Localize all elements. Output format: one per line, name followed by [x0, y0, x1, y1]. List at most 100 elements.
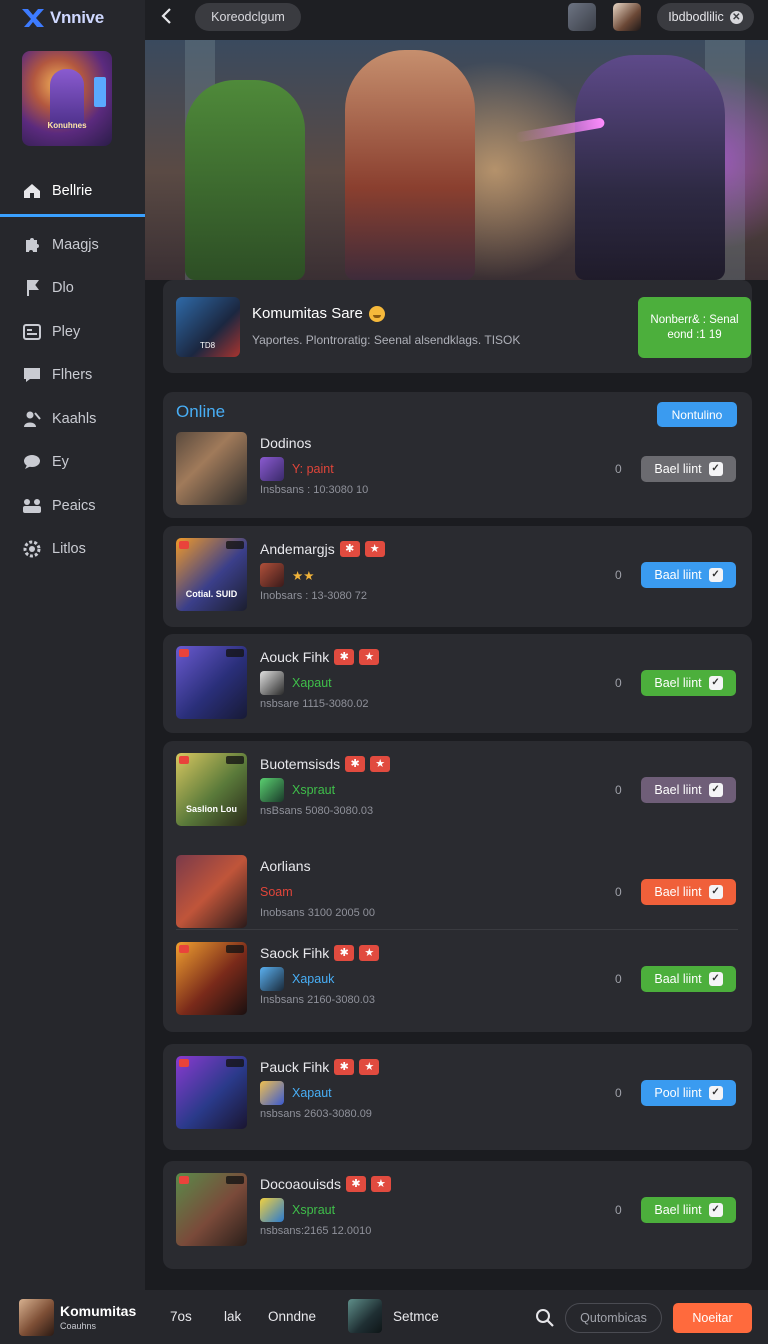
online-heading: Online [176, 402, 226, 421]
member-row[interactable]: Saslion Lou Buotemsisds ✱ ★ Xspraut nsBsa… [163, 751, 752, 829]
member-count: 0 [615, 885, 622, 899]
member-avatar[interactable] [176, 1173, 247, 1246]
member-name: Pauck Fihk ✱ ★ [260, 1059, 380, 1075]
star-tag-icon: ★ [370, 756, 391, 772]
community-title-text: Komumitas Sare [252, 305, 363, 322]
member-row[interactable]: Saock Fihk ✱ ★ Xapauk Insbsans 2160-3080.… [163, 940, 752, 1018]
bottom-link-setmce[interactable]: Setmce [393, 1309, 439, 1324]
member-action-label: Bael liint [654, 462, 702, 476]
member-name-text: Andemargjs [260, 541, 335, 557]
profile-avatar[interactable] [348, 1299, 382, 1333]
check-icon: ✓ [708, 783, 723, 797]
sidebar-item-label: Litlos [52, 541, 86, 558]
top-action-button[interactable]: Ibdbodlilic ✕ [657, 3, 754, 31]
sidebar-item-pley[interactable]: Pley [0, 310, 145, 354]
member-avatar-caption: Cotial. SUID [185, 589, 238, 599]
sidebar-feature-art[interactable]: Konuhnes [22, 51, 112, 146]
member-row[interactable]: Docoaouisds ✱ ★ Xspraut nsbsans:2165 12.0… [163, 1171, 752, 1249]
member-row[interactable]: Aouck Fihk ✱ ★ Xapaut nsbsare 1115-3080.0… [163, 644, 752, 722]
bottom-bar: Komumitas Coauhns 7os lak Onndne Setmce … [0, 1290, 768, 1344]
member-action-button[interactable]: Bael liint ✓ [641, 456, 736, 482]
community-avatar[interactable] [19, 1299, 54, 1336]
bottom-search-pill[interactable]: Qutombicas [565, 1303, 662, 1333]
member-status: Y: paint [292, 462, 334, 476]
sidebar-item-label: Flhers [52, 367, 93, 384]
member-row[interactable]: Aorlians Soam Inobsans 3100 2005 00 0 Ba… [163, 853, 752, 931]
member-avatar[interactable]: Saslion Lou [176, 753, 247, 826]
chevron-left-icon [161, 8, 171, 24]
star-tag-icon: ★ [359, 649, 380, 665]
member-avatar[interactable] [176, 1056, 247, 1129]
member-action-button[interactable]: Baal liint ✓ [641, 562, 736, 588]
check-icon: ✓ [708, 1203, 723, 1217]
sidebar-item-label: Pley [52, 323, 81, 340]
sidebar-item-bellrie[interactable]: Bellrie [0, 167, 145, 217]
member-status: Xspraut [292, 1203, 336, 1217]
member-action-button[interactable]: Baal liint ✓ [641, 966, 736, 992]
member-count: 0 [615, 972, 622, 986]
member-count: 0 [615, 1086, 622, 1100]
close-icon[interactable]: ✕ [729, 10, 743, 24]
bottom-link-7os[interactable]: 7os [170, 1309, 192, 1324]
card-icon [22, 323, 42, 341]
member-action-button[interactable]: Bael liint ✓ [641, 1197, 736, 1223]
sidebar-item-peaics[interactable]: Peaics [0, 484, 145, 528]
member-count: 0 [615, 783, 622, 797]
member-count: 0 [615, 462, 622, 476]
gear-icon [22, 540, 42, 558]
flame-tag-icon: ✱ [345, 1176, 366, 1192]
sidebar-art-caption: Konuhnes [47, 121, 87, 130]
community-join-button[interactable]: Nonberr& : Senal eond :1 19 [638, 297, 751, 358]
member-name: Saock Fihk ✱ ★ [260, 945, 380, 961]
search-pill[interactable]: Koreodclgum [195, 3, 301, 31]
member-avatar[interactable]: Cotial. SUID [176, 538, 247, 611]
sidebar-item-label: Maagjs [52, 236, 99, 253]
member-action-button[interactable]: Bael liint ✓ [641, 879, 736, 905]
check-icon: ✓ [708, 885, 723, 899]
online-filter-button[interactable]: Nontulino [657, 402, 737, 427]
sidebar-item-dlo[interactable]: Dlo [0, 267, 145, 311]
bottom-link-onndne[interactable]: Onndne [268, 1309, 316, 1324]
member-avatar[interactable] [176, 942, 247, 1015]
member-row[interactable]: Pauck Fihk ✱ ★ Xapaut nsbsans 2603-3080.0… [163, 1054, 752, 1132]
member-action-label: Baal liint [654, 972, 702, 986]
member-action-label: Baal liint [654, 568, 702, 582]
member-meta: Inobsars : 13-3080 72 [260, 590, 368, 602]
sidebar-item-kaahls[interactable]: Kaahls [0, 397, 145, 441]
back-button[interactable] [159, 6, 183, 30]
member-action-label: Bael liint [654, 676, 702, 690]
member-avatar[interactable] [176, 432, 247, 505]
sidebar-item-ey[interactable]: Ey [0, 441, 145, 485]
member-status: Soam [260, 885, 293, 899]
member-meta: Insbsans : 10:3080 10 [260, 484, 369, 496]
search-icon[interactable] [535, 1308, 555, 1328]
member-action-button[interactable]: Pool liint ✓ [641, 1080, 736, 1106]
bottom-link-lak[interactable]: lak [224, 1309, 241, 1324]
member-name: Andemargjs ✱ ★ [260, 541, 385, 557]
member-status: Xapauk [292, 972, 335, 986]
member-meta: nsbsans 2603-3080.09 [260, 1108, 372, 1120]
logo-icon [22, 9, 44, 27]
sidebar-item-flhers[interactable]: Flhers [0, 354, 145, 398]
sidebar-item-litlos[interactable]: Litlos [0, 528, 145, 572]
bottom-cta-button[interactable]: Noeitar [673, 1303, 752, 1333]
user-avatar[interactable] [568, 3, 596, 31]
member-avatar[interactable] [176, 646, 247, 719]
member-action-button[interactable]: Bael liint ✓ [641, 670, 736, 696]
sidebar-item-maagjs[interactable]: Maagjs [0, 223, 145, 267]
member-name-text: Buotemsisds [260, 756, 341, 772]
puzzle-icon [22, 236, 42, 254]
app-logo[interactable]: Vnnive [20, 6, 104, 30]
member-action-button[interactable]: Bael liint ✓ [641, 777, 736, 803]
member-row[interactable]: Dodinos Y: paint Insbsans : 10:3080 10 0… [163, 430, 752, 508]
friend-avatar[interactable] [613, 3, 641, 31]
sidebar-item-label: Ey [52, 454, 69, 471]
community-thumbnail[interactable]: TD8 [176, 297, 240, 357]
member-avatar[interactable] [176, 855, 247, 928]
star-tag-icon: ★ [359, 1059, 380, 1075]
hero-banner [145, 40, 768, 280]
member-name-text: Pauck Fihk [260, 1059, 330, 1075]
member-row[interactable]: Cotial. SUID Andemargjs ✱ ★ ★★ Inobsars :… [163, 536, 752, 614]
community-thumb-label: TD8 [200, 341, 216, 350]
group-icon [22, 497, 42, 515]
